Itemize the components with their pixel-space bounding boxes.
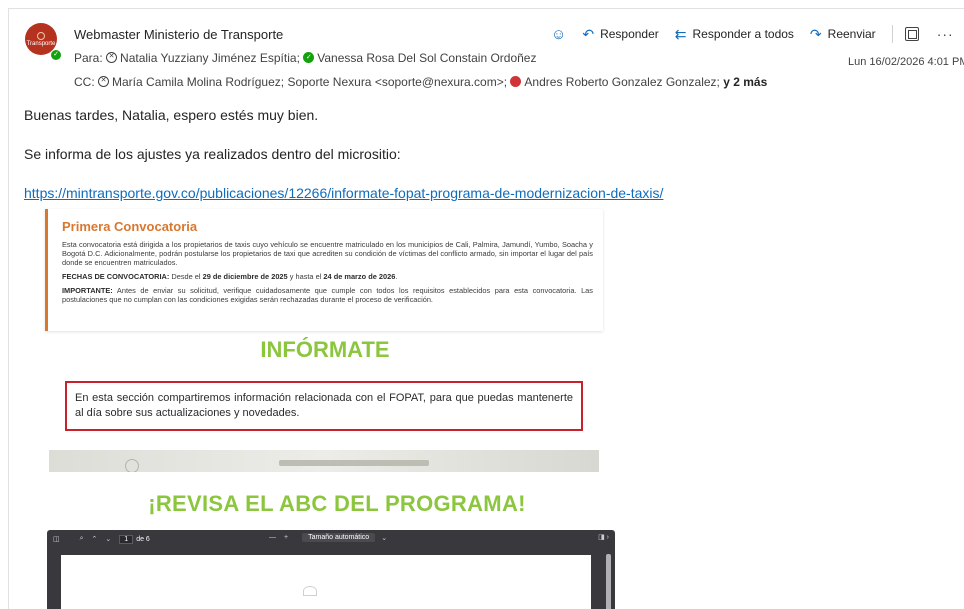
- presence-busy-icon: [510, 76, 522, 88]
- dates-text: y hasta el: [289, 272, 322, 281]
- revisa-heading: ¡REVISA EL ABC DEL PROGRAMA!: [148, 491, 526, 516]
- card-paragraph: Esta convocatoria está dirigida a los pr…: [62, 240, 593, 267]
- seal-icon: [125, 459, 139, 472]
- important-label: IMPORTANTE:: [62, 286, 113, 295]
- search-icon[interactable]: ⌕: [80, 535, 84, 543]
- highlight-box: En esta sección compartiremos informació…: [65, 381, 583, 431]
- more-options-button[interactable]: ···: [937, 26, 954, 42]
- avatar-label: Transporte: [26, 40, 56, 47]
- page-count: de 6: [136, 535, 150, 543]
- embedded-screenshot: Primera Convocatoria Esta convocatoria e…: [45, 205, 605, 473]
- pdf-scrollbar[interactable]: [606, 554, 611, 609]
- seal-icon: [37, 31, 45, 40]
- recipient[interactable]: Natalia Yuzziany Jiménez Espítia;: [120, 51, 300, 65]
- recipient[interactable]: María Camila Molina Rodríguez;: [112, 75, 284, 89]
- to-recipients: Para: ✕ Natalia Yuzziany Jiménez Espítia;…: [74, 50, 536, 65]
- chevron-down-icon[interactable]: ⌄: [105, 535, 111, 543]
- pdf-viewer: ◫ ⌕ ⌃ ⌄ 1 de 6 — + Tamaño automático ⌄ ◨…: [47, 530, 615, 609]
- convocatoria-card: Primera Convocatoria Esta convocatoria e…: [45, 209, 603, 331]
- cc-recipients: CC: ✕ María Camila Molina Rodríguez; Sopo…: [74, 74, 767, 89]
- reply-all-label: Responder a todos: [692, 27, 794, 41]
- presence-available-icon: ✓: [50, 49, 62, 61]
- forward-icon: ↷: [809, 25, 822, 42]
- recipient[interactable]: Soporte Nexura <soporte@nexura.com>;: [287, 75, 507, 89]
- card-title: Primera Convocatoria: [62, 219, 198, 234]
- zoom-in-icon[interactable]: +: [284, 534, 288, 541]
- apps-icon[interactable]: [904, 27, 919, 41]
- recipient[interactable]: Andres Roberto Gonzalez Gonzalez;: [524, 75, 719, 89]
- cc-label: CC:: [74, 74, 95, 89]
- forward-button[interactable]: ↷ Reenviar: [810, 26, 876, 43]
- intro-text: Se informa de los ajustes ya realizados …: [24, 146, 401, 162]
- divider: [891, 25, 893, 43]
- sidebar-toggle-icon[interactable]: ◫: [53, 535, 60, 543]
- informate-heading: INFÓRMATE: [260, 337, 390, 362]
- reply-all-button[interactable]: ⇇ Responder a todos: [675, 26, 794, 43]
- pdf-page: [61, 555, 591, 609]
- more-recipients-link[interactable]: y 2 más: [723, 75, 767, 89]
- email-reading-pane: Transporte ✓ Webmaster Ministerio de Tra…: [8, 8, 964, 609]
- zoom-out-icon[interactable]: —: [269, 534, 276, 541]
- message-actions: ☺ ↶ Responder ⇇ Responder a todos ↷ Reen…: [551, 25, 954, 43]
- reply-label: Responder: [600, 27, 659, 41]
- chevron-up-icon[interactable]: ⌃: [92, 535, 98, 543]
- card-dates: FECHAS DE CONVOCATORIA: Desde el 29 de d…: [62, 272, 398, 281]
- seal-icon: [303, 586, 317, 596]
- banner-image: [49, 450, 599, 472]
- zoom-controls: — + Tamaño automático ⌄: [269, 533, 395, 542]
- chevron-down-icon[interactable]: ⌄: [381, 534, 387, 542]
- pdf-toolbar: ◫ ⌕ ⌃ ⌄ 1 de 6 — + Tamaño automático ⌄ ◨…: [47, 530, 615, 548]
- tools-icon[interactable]: ◨ ›: [598, 533, 609, 541]
- important-text: Antes de enviar su solicitud, verifique …: [62, 286, 593, 304]
- end-date: 24 de marzo de 2026: [323, 272, 396, 281]
- recipient[interactable]: Vanessa Rosa Del Sol Constain Ordoñez: [317, 51, 536, 65]
- presence-available-icon: ✓: [303, 52, 315, 64]
- microsite-link[interactable]: https://mintransporte.gov.co/publicacion…: [24, 185, 663, 201]
- reply-all-icon: ⇇: [674, 25, 687, 42]
- greeting-text: Buenas tardes, Natalia, espero estés muy…: [24, 107, 319, 123]
- presence-unknown-icon: ✕: [106, 52, 118, 64]
- forward-label: Reenviar: [827, 27, 876, 41]
- presence-unknown-icon: ✕: [98, 76, 110, 88]
- page-number-input[interactable]: 1: [119, 534, 134, 544]
- sender-name[interactable]: Webmaster Ministerio de Transporte: [74, 27, 283, 42]
- smile-icon[interactable]: ☺: [551, 26, 566, 43]
- to-label: Para:: [74, 50, 103, 65]
- dates-label: FECHAS DE CONVOCATORIA:: [62, 272, 170, 281]
- banner-text-shape: [279, 460, 429, 466]
- sent-date: Lun 16/02/2026 4:01 PM: [848, 56, 964, 68]
- zoom-select[interactable]: Tamaño automático: [302, 533, 376, 542]
- dates-text: Desde el: [171, 272, 201, 281]
- card-important: IMPORTANTE: Antes de enviar su solicitud…: [62, 286, 593, 304]
- reply-button[interactable]: ↶ Responder: [582, 26, 658, 43]
- start-date: 29 de diciembre de 2025: [202, 272, 288, 281]
- reply-icon: ↶: [582, 25, 595, 42]
